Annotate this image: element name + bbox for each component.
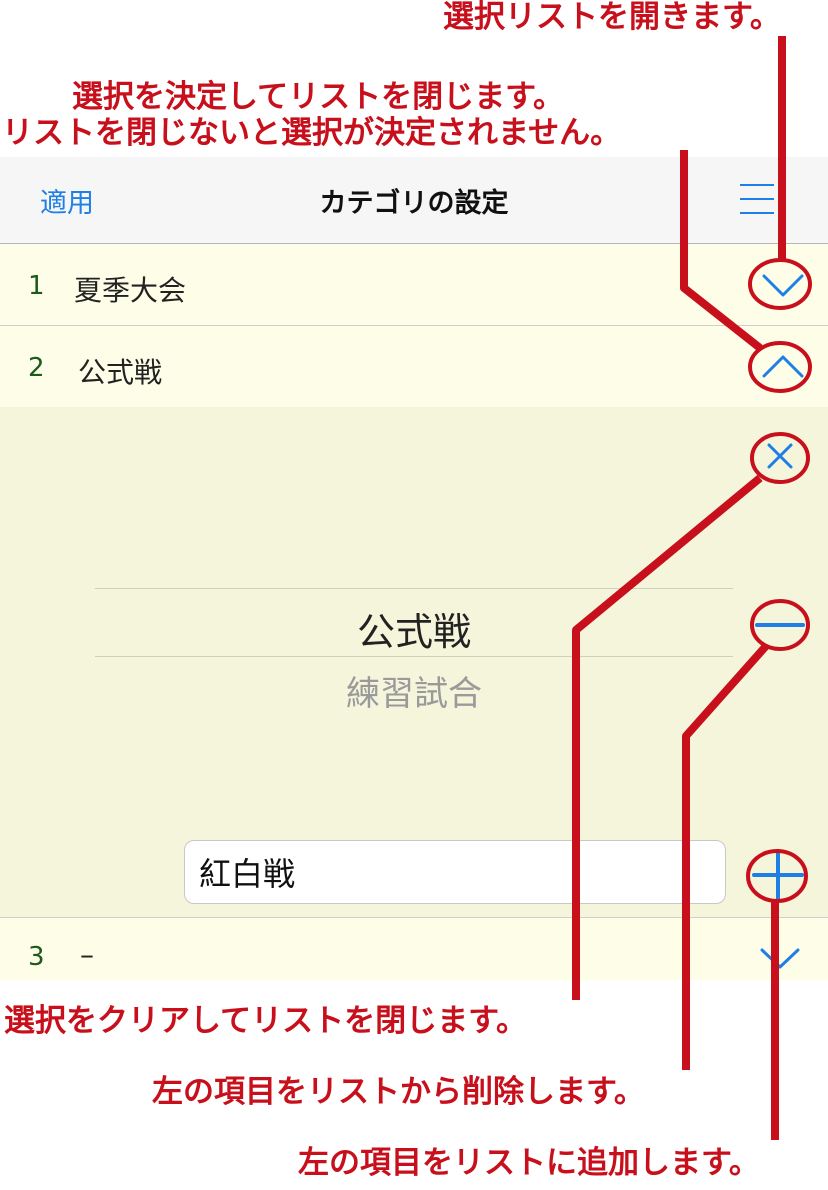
row-number: 3 [28, 942, 45, 972]
delete-item-button[interactable] [753, 602, 807, 648]
row-label: 夏季大会 [74, 274, 187, 307]
annotation-delete: 左の項目をリストから削除します。 [152, 1074, 645, 1110]
picker-selection-bottom-line [95, 656, 733, 657]
picker-selection-top-line [95, 588, 733, 589]
expand-list-button[interactable] [752, 936, 808, 976]
picker-selected-option[interactable]: 公式戦 [95, 601, 733, 656]
annotation-add: 左の項目をリストに追加します。 [298, 1145, 760, 1181]
row-number: 2 [28, 353, 45, 383]
annotation-decide-line2: リストを閉じないと選択が決定されません。 [2, 115, 622, 151]
annotation-decide-line1: 選択を決定してリストを閉じます。 [72, 79, 564, 115]
list-row-3[interactable]: 3 – [0, 918, 828, 980]
navigation-bar: 適用 カテゴリの設定 [0, 157, 828, 244]
page-title: カテゴリの設定 [319, 188, 509, 219]
annotation-clear: 選択をクリアしてリストを閉じます。 [4, 1003, 527, 1039]
hamburger-icon[interactable] [740, 184, 774, 214]
row-number: 1 [28, 271, 45, 301]
expand-list-button[interactable] [752, 262, 808, 308]
new-item-input[interactable] [184, 840, 726, 904]
row-label: – [80, 938, 94, 971]
annotation-open-list: 選択リストを開きます。 [443, 0, 781, 35]
list-row-2[interactable]: 2 公式戦 [0, 326, 828, 407]
collapse-list-button[interactable] [752, 345, 808, 391]
row-label: 公式戦 [78, 356, 163, 389]
picker-option[interactable]: 練習試合 [95, 666, 733, 715]
add-item-button[interactable] [749, 852, 805, 900]
list-row-1[interactable]: 1 夏季大会 [0, 244, 828, 325]
clear-selection-button[interactable] [753, 435, 807, 481]
